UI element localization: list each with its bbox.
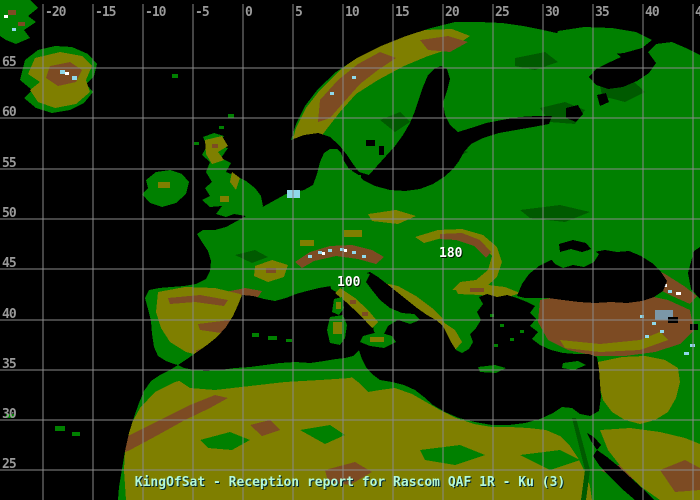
lon-label: 5: [295, 5, 302, 20]
lon-label: -15: [95, 5, 116, 20]
lon-label: 15: [395, 5, 409, 20]
lat-label: 65: [2, 55, 16, 70]
lon-label: 20: [445, 5, 460, 20]
lat-label: 25: [2, 457, 16, 472]
lat-label: 55: [2, 156, 16, 171]
lon-label: -20: [45, 5, 67, 20]
lat-label: 60: [2, 105, 17, 120]
lake-vanern: [366, 140, 375, 146]
lon-label: 40: [645, 5, 660, 20]
lon-label: -5: [195, 5, 209, 20]
lon-label: 10: [345, 5, 360, 20]
lon-label: 30: [545, 5, 560, 20]
canary-islands: [55, 426, 65, 431]
lake-urmia: [690, 324, 698, 330]
lon-label: -10: [145, 5, 167, 20]
satellite-footprint-map-screen: -20 -15 -10 -5 0 5 10 15 20 25 30 35 40 45 65 60 55 50 45 4…: [0, 0, 700, 500]
beam-value-label: 180: [439, 247, 462, 260]
lon-label: 45: [695, 5, 700, 20]
lon-label: 35: [595, 5, 609, 20]
europe-terrain-map: -20 -15 -10 -5 0 5 10 15 20 25 30 35 40 45 65 60 55 50 45 4…: [0, 0, 700, 500]
faroe-islands: [172, 74, 178, 78]
balearic-islands: [252, 333, 259, 337]
orkney: [219, 126, 224, 129]
lat-label: 35: [2, 357, 16, 372]
lat-label: 40: [2, 307, 17, 322]
lon-label: 0: [245, 5, 253, 20]
shetland: [228, 114, 234, 118]
map-caption: KingOfSat - Reception report for Rascom …: [0, 475, 700, 490]
danish-islands: [344, 170, 352, 175]
lat-label: 45: [2, 256, 16, 271]
beam-value-label: 100: [337, 276, 360, 289]
lake-vattern: [379, 146, 384, 155]
lon-label: 25: [495, 5, 509, 20]
lat-label: 50: [2, 206, 17, 221]
hebrides: [194, 142, 199, 145]
lat-label: 30: [2, 407, 17, 422]
